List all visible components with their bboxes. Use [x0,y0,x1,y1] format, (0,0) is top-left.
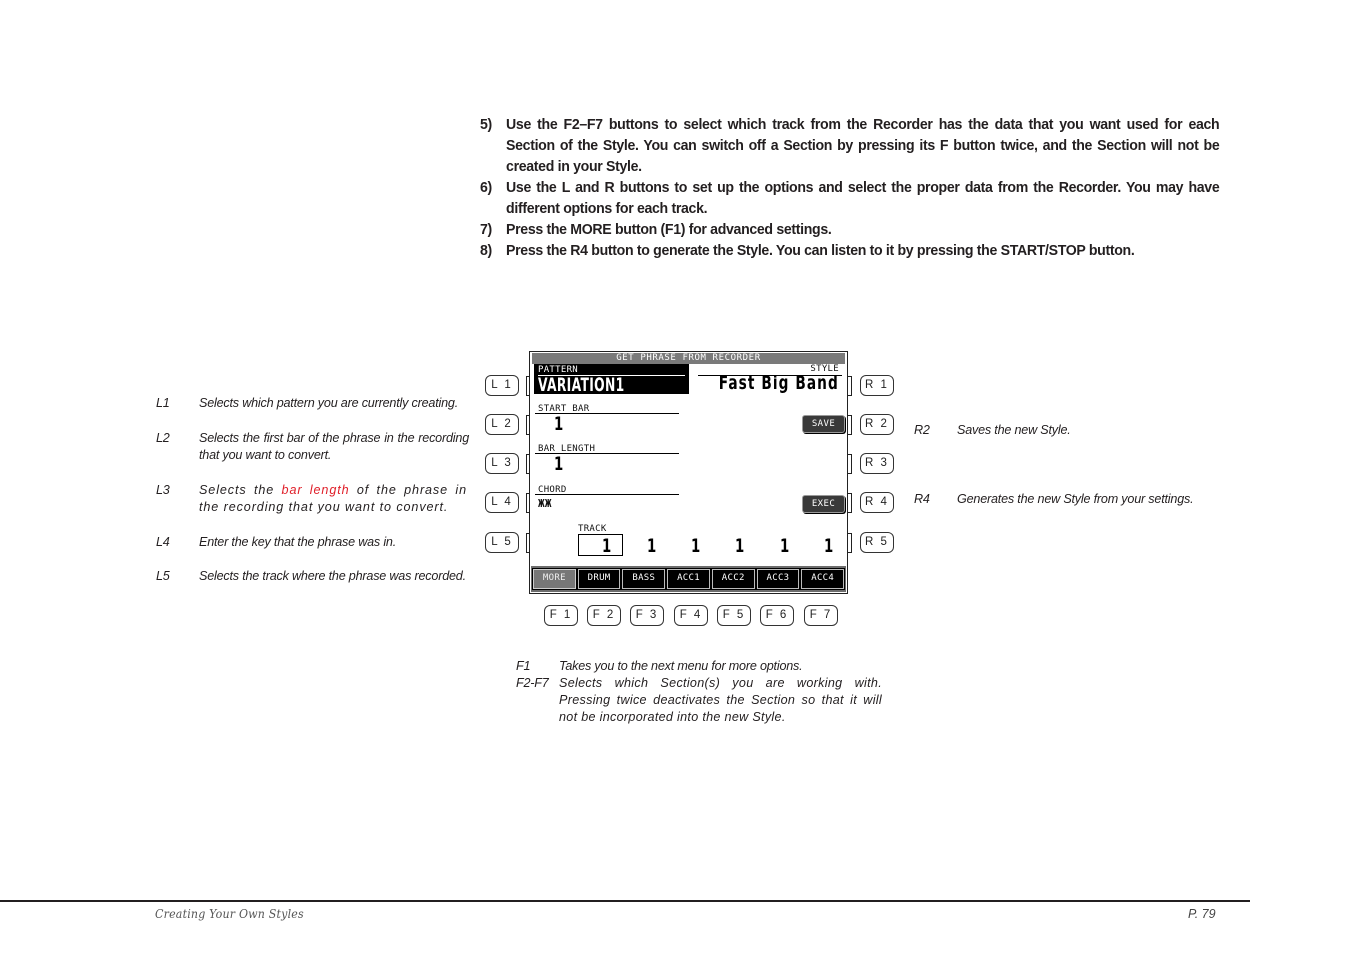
track-value-acc3[interactable]: 1 [780,536,789,556]
bracket-r3 [848,454,852,474]
button-f4[interactable]: F 4 [674,605,708,626]
chord-underline [535,494,679,496]
exec-button[interactable]: EXEC [802,495,845,513]
tab-more[interactable]: MORE [532,568,577,590]
button-f1[interactable]: F 1 [544,605,578,626]
button-l2[interactable]: L 2 [485,414,519,435]
desc-l4: L4 Enter the key that the phrase was in. [156,535,397,549]
button-r5[interactable]: R 5 [860,532,894,553]
tab-acc2[interactable]: ACC2 [710,568,756,590]
button-f3[interactable]: F 3 [630,605,664,626]
chord-value[interactable]: ЖЖ [538,498,552,509]
tab-acc1[interactable]: ACC1 [666,568,711,590]
button-f2[interactable]: F 2 [587,605,621,626]
desc-l5: L5 Selects the track where the phrase wa… [156,569,466,583]
desc-l1: L1 Selects which pattern you are current… [156,396,458,410]
button-l3[interactable]: L 3 [485,453,519,474]
step-8: 8) Press the R4 button to generate the St… [480,242,1135,259]
button-r1[interactable]: R 1 [860,375,894,396]
track-value-bass[interactable]: 1 [647,536,656,556]
track-selected-box[interactable] [578,534,623,556]
tab-bass[interactable]: BASS [621,568,667,590]
style-value: Fast Big Band [718,372,839,394]
button-f6[interactable]: F 6 [760,605,794,626]
start-bar-value[interactable]: 1 [554,414,563,434]
tab-acc3[interactable]: ACC3 [755,568,801,590]
desc-l2: L2 Selects the first bar of the phrase i… [156,431,469,462]
track-value-drum[interactable]: 1 [602,536,611,556]
track-label: TRACK [578,524,607,534]
desc-l3: L3 Selects the bar length of the phrase … [156,483,468,514]
page-number: P. 79 [1188,907,1216,921]
bracket-r5 [848,533,852,553]
bar-length-value[interactable]: 1 [554,454,563,474]
step-6: 6) Use the L and R buttons to set up the … [480,179,1220,217]
bracket-r2 [848,415,852,435]
track-value-acc1[interactable]: 1 [691,536,700,556]
track-value-acc2[interactable]: 1 [735,536,744,556]
button-r4[interactable]: R 4 [860,492,894,513]
button-f7[interactable]: F 7 [804,605,838,626]
button-r2[interactable]: R 2 [860,414,894,435]
section-tab-bar: MORE DRUM BASS ACC1 ACC2 ACC3 ACC4 [531,566,846,592]
desc-f2-f7: F2-F7 Selects which Section(s) you are w… [516,676,882,724]
screen-title: GET PHRASE FROM RECORDER [532,353,845,364]
pattern-value: VARIATION1 [538,374,625,396]
save-button[interactable]: SAVE [802,415,845,433]
step-7: 7) Press the MORE button (F1) for advance… [480,221,832,238]
tab-acc4[interactable]: ACC4 [800,568,846,590]
desc-r2: R2 Saves the new Style. [914,423,1071,437]
pattern-field[interactable]: PATTERN VARIATION1 [534,364,689,396]
instruction-steps: 5) Use the F2–F7 buttons to select which … [480,114,1220,261]
button-l5[interactable]: L 5 [485,532,519,553]
bracket-r4 [848,493,852,513]
button-r3[interactable]: R 3 [860,453,894,474]
button-l4[interactable]: L 4 [485,492,519,513]
button-f5[interactable]: F 5 [717,605,751,626]
tab-drum[interactable]: DRUM [576,568,622,590]
footer-rule [0,900,1250,902]
footer-section-title: Creating Your Own Styles [155,907,304,921]
highlight-bar-length: bar length [281,483,350,497]
bracket-r1 [848,376,852,396]
button-l1[interactable]: L 1 [485,375,519,396]
lcd-screen: GET PHRASE FROM RECORDER PATTERN VARIATI… [529,351,848,594]
track-value-acc4[interactable]: 1 [824,536,833,556]
desc-f1: F1 Takes you to the next menu for more o… [516,659,803,673]
desc-r4: R4 Generates the new Style from your set… [914,492,1194,506]
step-5: 5) Use the F2–F7 buttons to select which … [480,116,1220,175]
